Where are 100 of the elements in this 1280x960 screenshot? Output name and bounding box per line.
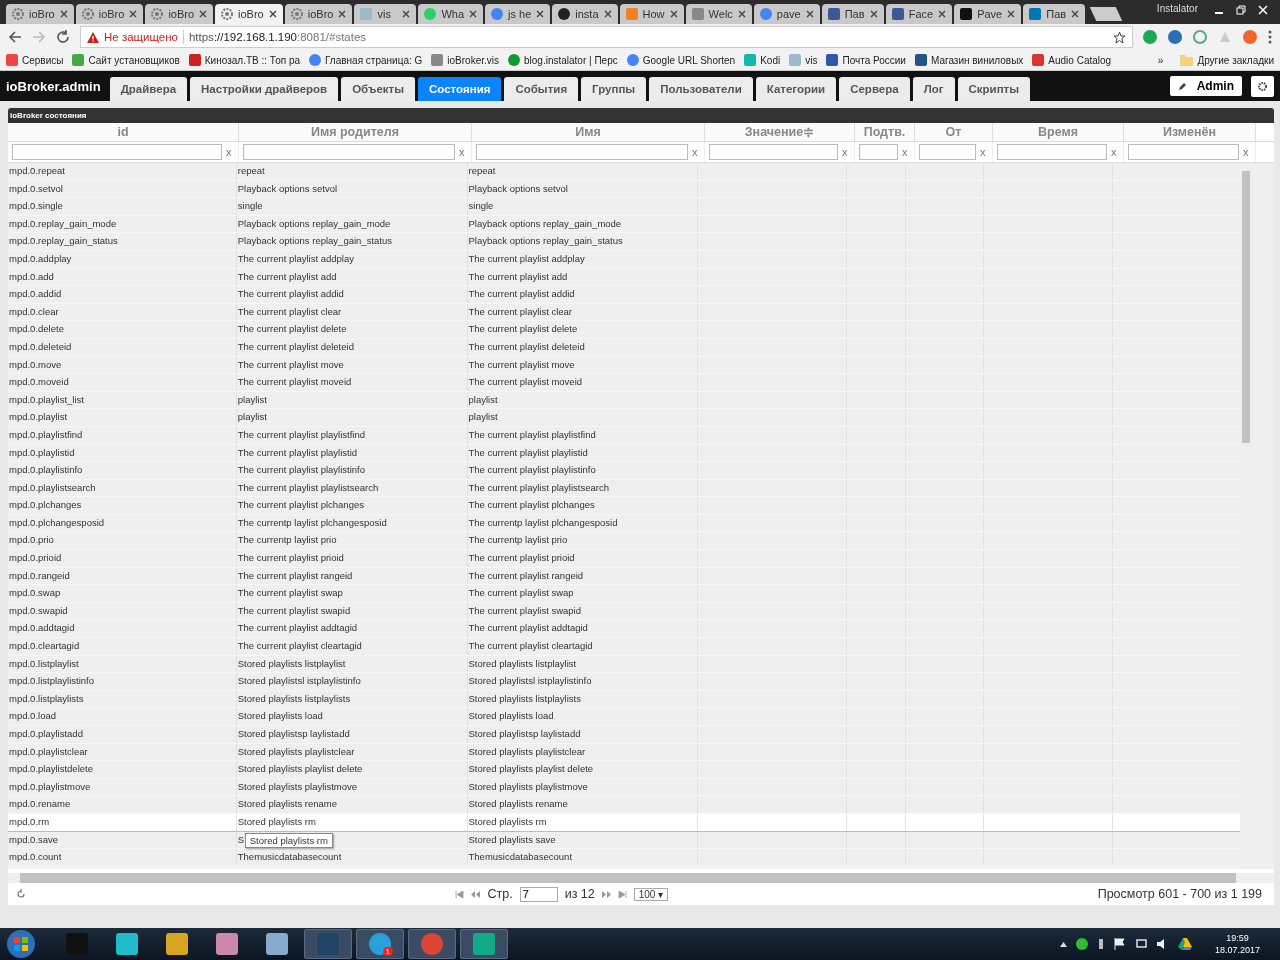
nav-tab[interactable]: Пользователи (649, 77, 753, 101)
address-bar[interactable]: Не защищено https://192.168.1.190:8081/#states (80, 26, 1133, 48)
clear-filter-button[interactable]: x (459, 146, 467, 158)
nav-tab[interactable]: Сервера (839, 77, 910, 101)
tray-icon[interactable] (1075, 938, 1088, 950)
nav-tab[interactable]: Настройки драйверов (190, 77, 339, 101)
filter-field[interactable] (919, 144, 976, 160)
page-field[interactable]: 7 (519, 886, 558, 902)
bookmark[interactable]: Почта России (826, 54, 906, 66)
nav-tab[interactable]: Группы (581, 77, 647, 101)
browser-tab[interactable]: Пав (1023, 4, 1086, 24)
bookmark[interactable]: ioBroker.vis (431, 54, 499, 66)
bookmark[interactable]: Главная страница: G (309, 54, 423, 66)
close-icon[interactable] (805, 10, 814, 18)
filter-field[interactable] (243, 144, 455, 160)
profile-name[interactable]: Instalator (1146, 0, 1208, 14)
clear-filter-button[interactable]: x (1243, 146, 1251, 158)
clear-filter-button[interactable]: x (226, 146, 234, 158)
close-icon[interactable] (402, 10, 411, 18)
browser-tab[interactable]: ioBro (6, 4, 74, 24)
close-icon[interactable] (199, 10, 208, 18)
browser-tab[interactable]: vis (354, 4, 417, 24)
reload-icon[interactable] (56, 30, 70, 44)
filter-field[interactable] (12, 144, 222, 160)
back-icon[interactable] (8, 30, 22, 44)
close-icon[interactable] (338, 10, 347, 18)
last-page-icon[interactable] (617, 890, 627, 898)
close-icon[interactable] (59, 10, 68, 18)
nav-tab[interactable]: Объекты (341, 77, 416, 101)
browser-tab[interactable]: insta (552, 4, 618, 24)
nav-tab[interactable]: Состояния (418, 77, 502, 101)
clear-filter-button[interactable]: x (980, 146, 988, 158)
extension-icon[interactable] (1143, 30, 1157, 44)
clear-filter-button[interactable]: x (692, 146, 700, 158)
nav-tab[interactable]: Категории (755, 77, 837, 101)
browser-tab[interactable]: ioBro (75, 4, 144, 24)
bookmark[interactable]: Сервисы (6, 54, 64, 66)
close-icon[interactable] (669, 10, 678, 18)
star-icon[interactable] (1113, 30, 1126, 44)
browser-tab[interactable]: How (619, 4, 684, 24)
clear-filter-button[interactable]: x (1111, 146, 1119, 158)
bookmark[interactable]: Google URL Shorten (626, 54, 736, 66)
first-page-icon[interactable] (455, 890, 465, 898)
browser-tab[interactable]: pave (753, 4, 820, 24)
filter-field[interactable] (1128, 144, 1239, 160)
browser-tab[interactable]: Face (885, 4, 953, 24)
horizontal-scrollbar[interactable] (8, 873, 1274, 883)
close-icon[interactable] (737, 10, 746, 18)
nav-tab[interactable]: Драйвера (109, 77, 188, 101)
browser-tab[interactable]: js he (485, 4, 551, 24)
browser-tab[interactable]: Welc (685, 4, 752, 24)
close-icon[interactable] (938, 10, 947, 18)
next-page-icon[interactable] (601, 890, 611, 898)
more-bookmarks-button[interactable]: » (1157, 54, 1164, 66)
bookmark[interactable]: blog.instalator | Перс (508, 54, 618, 66)
browser-tab[interactable]: ioBro (284, 4, 353, 24)
browser-tab[interactable]: Pave (954, 4, 1022, 24)
nav-tab[interactable]: События (504, 77, 579, 101)
close-icon[interactable] (1071, 10, 1080, 18)
close-icon[interactable] (603, 10, 612, 18)
close-icon[interactable] (469, 10, 478, 18)
user-button[interactable]: Admin (1169, 76, 1242, 96)
arrow-up-icon[interactable] (1059, 941, 1067, 947)
close-icon[interactable] (129, 10, 138, 18)
taskbar-app[interactable]: 1 (356, 929, 404, 959)
browser-tab[interactable]: Пав (821, 4, 884, 24)
nav-tab[interactable]: Лог (912, 77, 955, 101)
bookmark[interactable]: Audio Catalog (1032, 54, 1112, 66)
flag-icon[interactable] (1113, 938, 1126, 950)
settings-button[interactable] (1251, 75, 1274, 97)
refresh-icon[interactable] (16, 889, 26, 899)
filter-field[interactable] (859, 144, 898, 160)
bookmark[interactable]: Kodi (744, 54, 781, 66)
clock[interactable]: 19:59 18.07.2017 (1214, 932, 1260, 956)
previous-page-icon[interactable] (471, 890, 481, 898)
clear-filter-button[interactable]: x (842, 146, 850, 158)
page-size-select[interactable]: 100 ▾ (633, 887, 669, 901)
bookmark[interactable]: Магазин виниловых (914, 54, 1024, 66)
column-header[interactable]: Имя (472, 123, 705, 141)
clear-filter-button[interactable]: x (902, 146, 910, 158)
browser-tab[interactable]: ioBro (215, 4, 283, 24)
menu-icon[interactable] (1268, 30, 1272, 44)
filter-field[interactable] (709, 144, 838, 160)
browser-tab[interactable]: ioBro (145, 4, 214, 24)
drive-icon[interactable] (1177, 938, 1192, 950)
bookmark[interactable]: vis (789, 54, 818, 66)
close-icon[interactable] (869, 10, 878, 18)
restore-icon[interactable] (1236, 5, 1246, 15)
extension-icon[interactable] (1243, 30, 1257, 44)
filter-field[interactable] (997, 144, 1107, 160)
close-icon[interactable] (1007, 10, 1016, 18)
new-tab-button[interactable] (1089, 7, 1123, 21)
close-icon[interactable] (268, 10, 277, 18)
close-icon[interactable] (536, 10, 545, 18)
nav-tab[interactable]: Скрипты (957, 77, 1031, 101)
bookmark[interactable]: Сайт установщиков (72, 54, 180, 66)
filter-field[interactable] (476, 144, 688, 160)
bookmark[interactable]: Кинозал.ТВ :: Топ ра (188, 54, 300, 66)
browser-tab[interactable]: Wha (418, 4, 484, 24)
network-icon[interactable] (1134, 938, 1147, 950)
